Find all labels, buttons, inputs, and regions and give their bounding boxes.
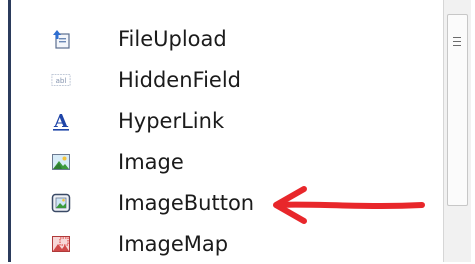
left-margin [0, 0, 8, 262]
toolbox-item-fileupload[interactable]: FileUpload [11, 18, 431, 59]
toolbox-item-label: HyperLink [118, 108, 225, 133]
scrollbar-thumb[interactable] [447, 14, 468, 206]
toolbox-item-label: Image [118, 149, 184, 174]
hyperlink-glyph: A [53, 111, 69, 132]
toolbox-item-hyperlink[interactable]: A HyperLink [11, 100, 431, 141]
toolbox-item-imagemap[interactable]: ImageMap [11, 223, 431, 264]
image-button-icon [51, 193, 71, 213]
file-upload-icon [51, 29, 71, 49]
toolbox-item-label: HiddenField [118, 67, 241, 92]
toolbox-item-label: ImageButton [118, 190, 255, 215]
scroll-grip-line [453, 41, 461, 42]
hyperlink-icon: A [51, 111, 71, 132]
toolbox-item-label: FileUpload [118, 26, 227, 51]
hidden-field-glyph: abl [55, 76, 66, 85]
toolbox-item-hiddenfield[interactable]: abl HiddenField [11, 59, 431, 100]
scroll-grip-line [453, 45, 461, 46]
scroll-grip-line [453, 37, 461, 38]
hidden-field-icon: abl [51, 70, 71, 90]
toolbox-item-label: ImageMap [118, 231, 229, 256]
image-map-icon [51, 234, 71, 254]
annotation-arrow [273, 186, 425, 224]
toolbox-item-image[interactable]: Image [11, 141, 431, 182]
image-icon [51, 152, 71, 172]
